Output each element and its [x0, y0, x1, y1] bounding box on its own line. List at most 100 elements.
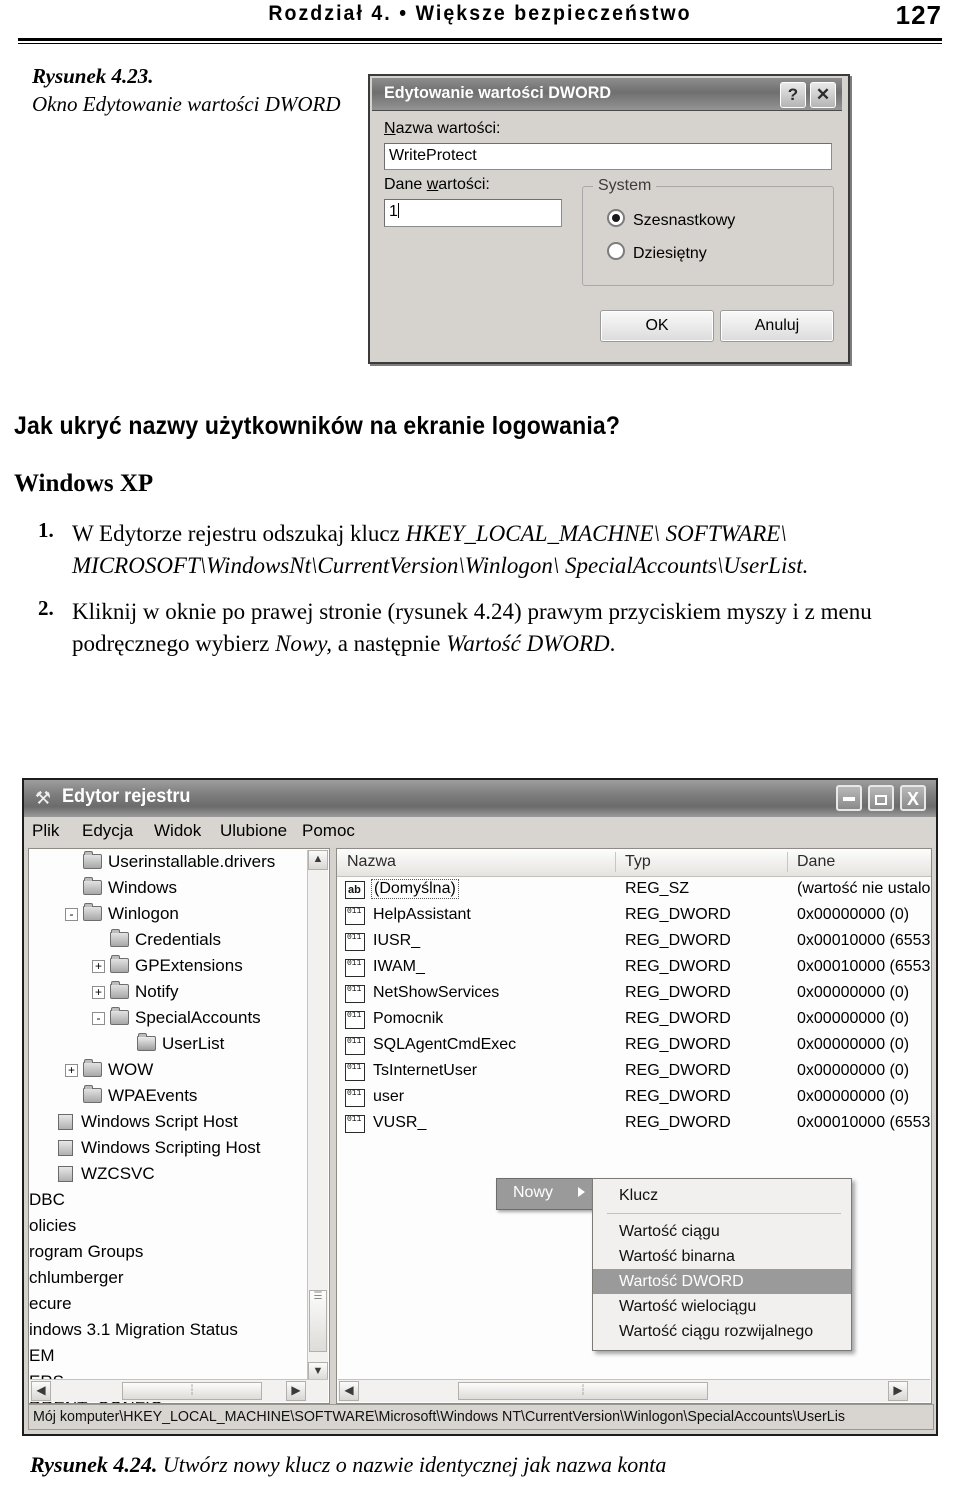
value-type-cell: REG_DWORD: [625, 1036, 731, 1053]
expand-icon[interactable]: +: [92, 986, 105, 999]
dword-value-icon: 011 110: [345, 985, 365, 1003]
step-text-plain-3: .: [609, 631, 616, 656]
tree-item[interactable]: rogram Groups: [29, 1239, 311, 1265]
window-titlebar[interactable]: ⚒ Edytor rejestru X: [24, 780, 936, 818]
dword-value-icon: 011 110: [345, 959, 365, 977]
dialog-body: Nazwa wartości: WriteProtect Dane wartoś…: [372, 110, 842, 358]
tree-item[interactable]: Windows Script Host: [29, 1109, 311, 1135]
registry-key-icon: [58, 1140, 73, 1156]
table-row[interactable]: 011 110 IUSR_ REG_DWORD 0x00010000 (65536): [337, 929, 931, 955]
menu-item[interactable]: Wartość wielociągu: [593, 1294, 851, 1319]
tree-hscroll-thumb[interactable]: ┆: [122, 1382, 262, 1400]
submenu-arrow-icon: [578, 1187, 585, 1197]
tree-horizontal-scrollbar[interactable]: ◀ ┆ ▶: [30, 1379, 328, 1402]
tree-item[interactable]: - Winlogon: [29, 901, 311, 927]
figure-423-caption-number: Rysunek 4.23.: [32, 64, 154, 88]
scroll-left-icon[interactable]: ◀: [339, 1381, 359, 1401]
section-heading: Jak ukryć nazwy użytkowników na ekranie …: [14, 412, 621, 440]
menu-item[interactable]: Wartość binarna: [593, 1244, 851, 1269]
menu-item-edycja[interactable]: Edycja: [82, 821, 133, 841]
value-data-input[interactable]: 1: [384, 199, 562, 227]
registry-tree-pane[interactable]: Userinstallable.drivers Windows - Winlogon C…: [28, 848, 330, 1404]
tree-item[interactable]: UserList: [29, 1031, 311, 1057]
table-row[interactable]: 011 110 HelpAssistant REG_DWORD 0x00000000 …: [337, 903, 931, 929]
table-row[interactable]: 011 110 NetShowServices REG_DWORD 0x0000000…: [337, 981, 931, 1007]
tree-item[interactable]: chlumberger: [29, 1265, 311, 1291]
value-type-cell: REG_DWORD: [625, 958, 731, 975]
tree-item[interactable]: olicies: [29, 1213, 311, 1239]
table-row[interactable]: 011 110 user REG_DWORD 0x00000000 (0): [337, 1085, 931, 1111]
help-icon[interactable]: ?: [780, 82, 806, 108]
table-row[interactable]: 011 110 SQLAgentCmdExec REG_DWORD 0x0000000…: [337, 1033, 931, 1059]
expand-icon[interactable]: +: [92, 960, 105, 973]
cancel-button[interactable]: Anuluj: [720, 310, 834, 342]
menu-item-plik[interactable]: Plik: [32, 821, 59, 841]
table-row[interactable]: ab (Domyślna) REG_SZ (wartość nie ustalona): [337, 877, 931, 903]
value-data-label: Dane wartości:: [384, 176, 490, 193]
tree-item-label: Credentials: [135, 930, 221, 949]
menu-item[interactable]: Wartość DWORD: [593, 1269, 851, 1294]
collapse-icon[interactable]: -: [65, 908, 78, 921]
close-icon[interactable]: ✕: [810, 82, 836, 108]
status-bar: Mój komputer\HKEY_LOCAL_MACHINE\SOFTWARE…: [28, 1404, 934, 1430]
tree-item[interactable]: Windows: [29, 875, 311, 901]
tree-item[interactable]: Userinstallable.drivers: [29, 849, 311, 875]
tree-item[interactable]: Windows Scripting Host: [29, 1135, 311, 1161]
tree-item[interactable]: + Notify: [29, 979, 311, 1005]
value-type-cell: REG_DWORD: [625, 984, 731, 1001]
value-name-input[interactable]: WriteProtect: [384, 143, 832, 170]
radio-decimal[interactable]: Dziesiętny: [607, 242, 707, 263]
step-text-plain-2: a następnie: [331, 631, 447, 656]
menu-item[interactable]: Wartość ciągu rozwijalnego: [593, 1319, 851, 1344]
value-name-cell: Pomocnik: [373, 1010, 444, 1027]
tree-item[interactable]: ecure: [29, 1291, 311, 1317]
scroll-right-icon[interactable]: ▶: [888, 1381, 908, 1401]
context-menu-item-nowy[interactable]: Nowy: [496, 1178, 594, 1210]
tree-item[interactable]: WPAEvents: [29, 1083, 311, 1109]
maximize-icon[interactable]: [868, 785, 894, 811]
folder-open-icon: [137, 1033, 156, 1051]
figure-424-caption-number: Rysunek 4.24.: [30, 1452, 158, 1477]
column-header-dane[interactable]: Dane: [797, 853, 835, 871]
dword-value-icon: 011 110: [345, 1011, 365, 1029]
table-row[interactable]: 011 110 Pomocnik REG_DWORD 0x00000000 (0): [337, 1007, 931, 1033]
tree-item[interactable]: + WOW: [29, 1057, 311, 1083]
value-data-cell: 0x00000000 (0): [797, 1062, 910, 1079]
list-horizontal-scrollbar[interactable]: ◀ ┆ ▶: [338, 1379, 930, 1402]
value-name-cell: VUSR_: [373, 1114, 427, 1131]
menu-item[interactable]: Wartość ciągu: [593, 1219, 851, 1244]
tree-vertical-scrollbar[interactable]: ▲ ☰ ▼: [307, 850, 328, 1382]
minimize-icon[interactable]: [836, 785, 862, 811]
value-type-cell: REG_DWORD: [625, 1088, 731, 1105]
tree-item[interactable]: + GPExtensions: [29, 953, 311, 979]
column-divider[interactable]: [787, 852, 788, 872]
ok-button[interactable]: OK: [600, 310, 714, 342]
menu-item-pomoc[interactable]: Pomoc: [302, 821, 355, 841]
scroll-right-icon[interactable]: ▶: [286, 1381, 306, 1401]
menu-item-ulubione[interactable]: Ulubione: [220, 821, 287, 841]
column-header-typ[interactable]: Typ: [625, 853, 651, 871]
tree-item[interactable]: - SpecialAccounts: [29, 1005, 311, 1031]
collapse-icon[interactable]: -: [92, 1012, 105, 1025]
list-hscroll-thumb[interactable]: ┆: [458, 1382, 708, 1400]
radio-hexadecimal[interactable]: Szesnastkowy: [607, 209, 735, 230]
column-divider[interactable]: [615, 852, 616, 872]
close-icon[interactable]: X: [900, 785, 926, 811]
scroll-up-icon[interactable]: ▲: [308, 850, 328, 870]
tree-item[interactable]: Credentials: [29, 927, 311, 953]
tree-scroll-thumb[interactable]: ☰: [309, 1290, 327, 1352]
tree-item[interactable]: EM: [29, 1343, 311, 1369]
table-row[interactable]: 011 110 VUSR_ REG_DWORD 0x00010000 (65536): [337, 1111, 931, 1137]
radio-hexadecimal-label: Szesnastkowy: [633, 212, 736, 229]
scroll-left-icon[interactable]: ◀: [31, 1381, 51, 1401]
tree-item[interactable]: WZCSVC: [29, 1161, 311, 1187]
tree-item[interactable]: DBC: [29, 1187, 311, 1213]
menu-item[interactable]: Klucz: [593, 1183, 851, 1208]
menu-item-widok[interactable]: Widok: [154, 821, 201, 841]
table-row[interactable]: 011 110 IWAM_ REG_DWORD 0x00010000 (65536): [337, 955, 931, 981]
column-header-nazwa[interactable]: Nazwa: [347, 853, 396, 871]
table-row[interactable]: 011 110 TsInternetUser REG_DWORD 0x00000000…: [337, 1059, 931, 1085]
tree-item-label: indows 3.1 Migration Status: [29, 1320, 238, 1339]
tree-item[interactable]: indows 3.1 Migration Status: [29, 1317, 311, 1343]
expand-icon[interactable]: +: [65, 1064, 78, 1077]
